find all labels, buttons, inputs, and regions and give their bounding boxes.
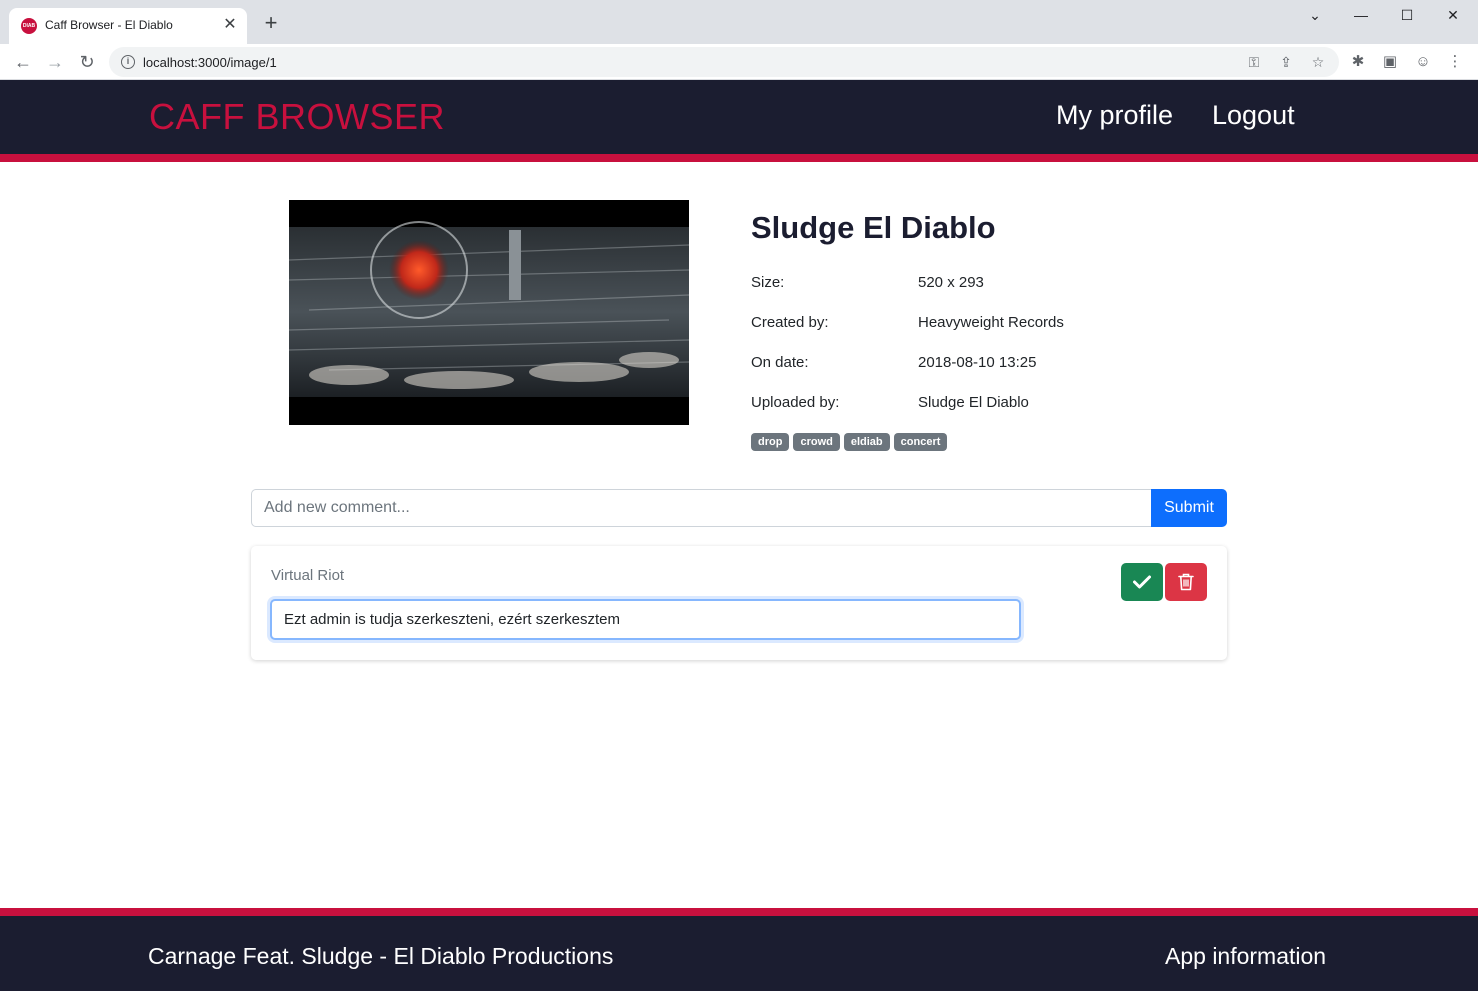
forward-arrow-icon[interactable]: → — [42, 49, 68, 75]
meta-created-by-label: Created by: — [751, 314, 829, 331]
back-arrow-icon[interactable]: ← — [10, 49, 36, 75]
meta-date-label: On date: — [751, 354, 809, 371]
profile-avatar-icon[interactable]: ☺ — [1413, 52, 1433, 72]
site-info-icon[interactable]: i — [121, 55, 135, 69]
comment-author: Virtual Riot — [271, 567, 345, 584]
meta-size-value: 520 x 293 — [918, 274, 984, 291]
nav-logout[interactable]: Logout — [1212, 100, 1295, 131]
nav-my-profile[interactable]: My profile — [1056, 100, 1173, 131]
app-header: CAFF BROWSER My profile Logout — [0, 80, 1478, 162]
meta-size-label: Size: — [751, 274, 785, 291]
browser-menu-icon[interactable]: ⋮ — [1445, 52, 1465, 72]
minimize-icon[interactable]: — — [1338, 0, 1384, 32]
tag-badge: drop — [751, 433, 790, 451]
key-icon[interactable]: ⚿ — [1244, 52, 1264, 72]
side-panel-icon[interactable]: ▣ — [1380, 52, 1400, 72]
submit-comment-button[interactable]: Submit — [1151, 489, 1227, 527]
bookmark-star-icon[interactable]: ☆ — [1308, 52, 1328, 72]
image-title: Sludge El Diablo — [751, 210, 996, 245]
footer-app-info-link[interactable]: App information — [1165, 943, 1326, 970]
brand-logo[interactable]: CAFF BROWSER — [149, 96, 445, 138]
meta-uploaded-by-label: Uploaded by: — [751, 394, 840, 411]
caff-preview-image — [289, 200, 689, 425]
tab-title: Caff Browser - El Diablo — [45, 18, 173, 32]
window-close-icon[interactable]: ✕ — [1430, 0, 1476, 32]
address-bar[interactable]: i localhost:3000/image/1 ⚿ ⇪ ☆ — [109, 47, 1339, 77]
meta-date-value: 2018-08-10 13:25 — [918, 354, 1037, 371]
new-comment-input[interactable] — [251, 489, 1151, 527]
save-comment-button[interactable] — [1121, 563, 1163, 601]
meta-created-by-value: Heavyweight Records — [918, 314, 1064, 331]
checkmark-icon — [1133, 575, 1151, 589]
comment-form: Submit — [251, 489, 1227, 527]
share-icon[interactable]: ⇪ — [1276, 52, 1296, 72]
tag-badge: concert — [893, 433, 948, 451]
extensions-puzzle-icon[interactable]: ✱ — [1348, 52, 1368, 72]
trash-icon — [1178, 573, 1194, 591]
meta-uploaded-by-value: Sludge El Diablo — [918, 394, 1029, 411]
footer-credits: Carnage Feat. Sludge - El Diablo Product… — [148, 943, 614, 969]
new-tab-icon[interactable]: + — [260, 12, 282, 35]
app-footer: Carnage Feat. Sludge - El Diablo Product… — [0, 908, 1478, 991]
browser-tab[interactable]: DIAB Caff Browser - El Diablo ✕ — [9, 8, 247, 44]
url-text[interactable]: localhost:3000/image/1 — [143, 55, 277, 70]
tag-list: drop crowd eldiab concert — [751, 433, 948, 451]
comment-card: Virtual Riot — [251, 546, 1227, 660]
comment-edit-input[interactable] — [270, 599, 1021, 640]
tag-badge: eldiab — [843, 433, 890, 451]
favicon-icon: DIAB — [21, 18, 37, 34]
tab-search-chevron-icon[interactable]: ⌄ — [1292, 0, 1338, 32]
tag-badge: crowd — [793, 433, 840, 451]
browser-titlebar: DIAB Caff Browser - El Diablo ✕ + ⌄ — ☐ … — [0, 0, 1478, 44]
maximize-icon[interactable]: ☐ — [1384, 0, 1430, 32]
browser-toolbar: ← → ↻ i localhost:3000/image/1 ⚿ ⇪ ☆ ✱ ▣… — [0, 44, 1478, 80]
close-tab-icon[interactable]: ✕ — [221, 16, 239, 34]
delete-comment-button[interactable] — [1165, 563, 1207, 601]
reload-icon[interactable]: ↻ — [74, 49, 100, 75]
